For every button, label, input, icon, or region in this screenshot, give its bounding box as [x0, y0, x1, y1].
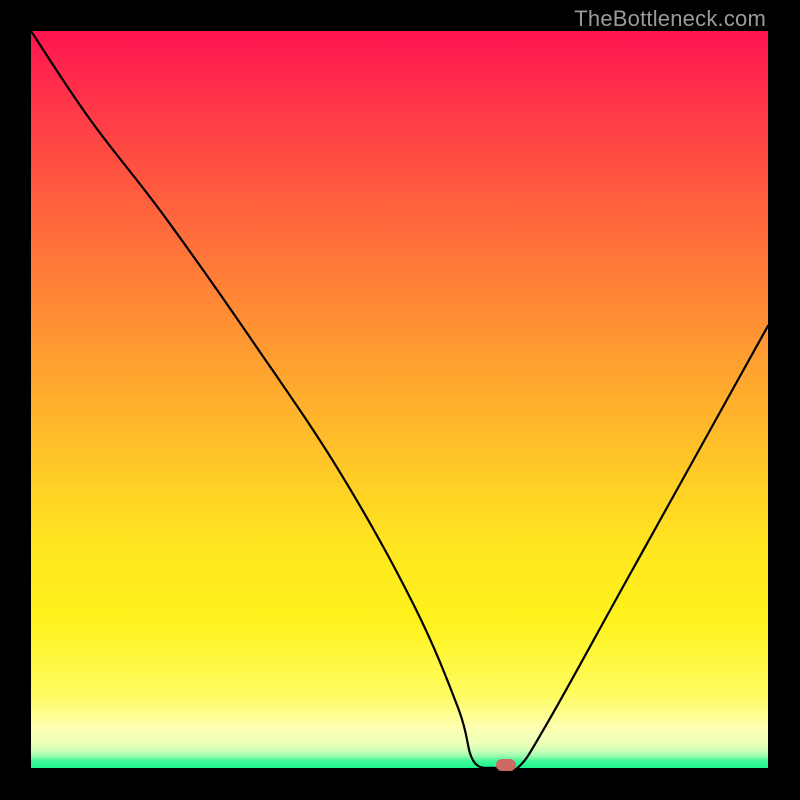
attribution-text: TheBottleneck.com: [574, 6, 766, 32]
plot-area: [31, 31, 768, 768]
chart-frame: TheBottleneck.com: [0, 0, 800, 800]
bottleneck-curve: [31, 31, 768, 768]
optimal-point-marker: [496, 759, 516, 771]
